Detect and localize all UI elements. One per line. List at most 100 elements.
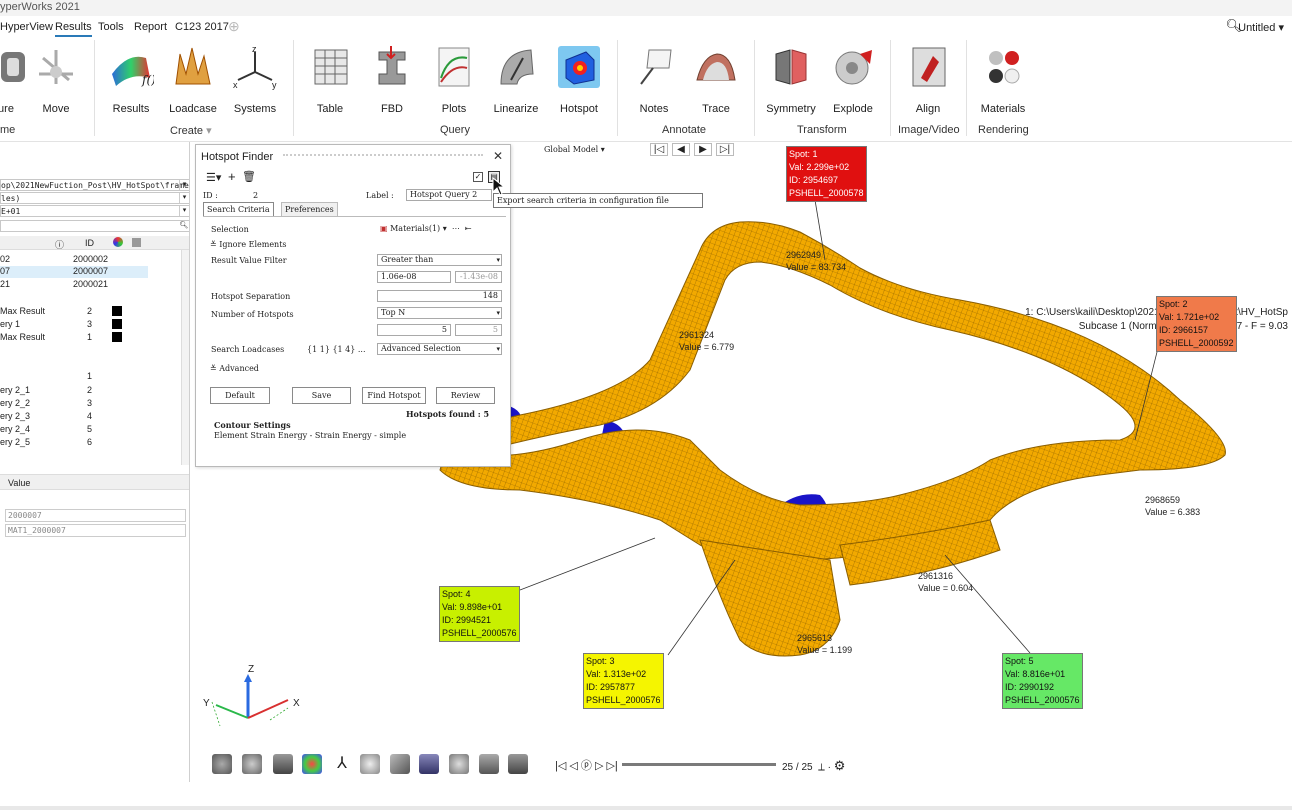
model-selector[interactable]: Global Model ▾ (544, 145, 605, 154)
hotspot-count-input[interactable]: 5 (377, 324, 451, 336)
advanced-toggle[interactable]: ≚ Advanced (210, 364, 259, 373)
spot-label-1[interactable]: Spot: 1 Val: 2.299e+02 ID: 2954697 PSHELL_2… (786, 146, 867, 202)
list-item[interactable]: ery 13 (0, 319, 150, 329)
prev-frame-icon[interactable]: ◀ (672, 143, 690, 156)
first-frame-icon[interactable]: |◁ (650, 143, 668, 156)
add-tab-icon[interactable]: ⊕ (228, 18, 240, 35)
table-button[interactable]: Table (300, 44, 360, 115)
systems-button[interactable]: zxy Systems (225, 44, 285, 115)
spot-label-4[interactable]: Spot: 4 Val: 9.898e+01 ID: 2994521 PSHELL_2… (439, 586, 520, 642)
fbd-button[interactable]: FBD (362, 44, 422, 115)
spot-label-2[interactable]: Spot: 2 Val: 1.721e+02 ID: 2966157 PSHELL_2… (1156, 296, 1237, 352)
drag-handle[interactable] (283, 154, 483, 158)
list-item[interactable]: ery 2_4 5 (0, 424, 150, 434)
last-frame-icon[interactable]: ▷| (716, 143, 734, 156)
tab-search-criteria[interactable]: Search Criteria (203, 202, 274, 216)
list-item[interactable]: ery 2_2 3 (0, 398, 150, 408)
menu-hyperview[interactable]: HyperView (0, 21, 53, 33)
list-item[interactable]: 21 2000021 (0, 279, 108, 289)
hotspot-count-select[interactable]: Top N ▾ (377, 307, 502, 319)
tool-icon[interactable] (479, 754, 499, 774)
loadcase-button[interactable]: Loadcase (163, 44, 223, 115)
value-field[interactable]: E+01 ▾ (0, 205, 189, 217)
mesh-icon[interactable] (419, 754, 439, 774)
file-path-field[interactable]: op\2021NewFuction_Post\HV_HotSpot\frame ▾ (0, 179, 189, 191)
explode-button[interactable]: Explode (823, 44, 883, 115)
group-label-query: Query (440, 124, 470, 136)
section-icon[interactable] (390, 754, 410, 774)
shading-icon[interactable] (449, 754, 469, 774)
symmetry-button[interactable]: Symmetry (761, 44, 821, 115)
results-button[interactable]: f() Results (101, 44, 161, 115)
add-icon[interactable]: + (228, 169, 236, 184)
hotspot-button[interactable]: Hotspot (549, 44, 609, 115)
info-icon[interactable]: ⓘ (55, 238, 64, 251)
value-field-material[interactable]: MAT1_2000007 (5, 524, 186, 537)
list-item[interactable]: Max Result 1 (0, 332, 150, 342)
color-swatch[interactable] (112, 319, 122, 329)
cube-icon[interactable] (273, 754, 293, 774)
group-label-create[interactable]: Create ▾ (170, 124, 212, 137)
ignore-elements-toggle[interactable]: ≚ Ignore Elements (210, 240, 287, 249)
selection-selector[interactable]: ▣ Materials(1) ▾ ⋯ ⇤ (380, 224, 472, 233)
hotspot-count-input-2[interactable]: 5 (455, 324, 502, 336)
label-input[interactable]: Hotspot Query 2 (406, 189, 492, 201)
list-item[interactable]: ery 2_1 2 (0, 385, 150, 395)
delete-icon[interactable]: 🗑︎ (242, 170, 256, 183)
axes-icon[interactable]: ⅄ (332, 754, 352, 774)
spot-label-3[interactable]: Spot: 3 Val: 1.313e+02 ID: 2957877 PSHELL_2… (583, 653, 664, 709)
playback-controls[interactable]: |◁ ◁ ⓟ ▷ ▷| (555, 757, 618, 773)
settings-icon[interactable]: ⚙ (834, 758, 846, 773)
filter-min-input[interactable]: 1.06e-08 (377, 271, 451, 283)
list-item[interactable]: ery 2_3 4 (0, 411, 150, 421)
save-button[interactable]: Save (292, 387, 351, 404)
color-palette-icon[interactable] (302, 754, 322, 774)
list-menu-icon[interactable]: ☰▾ (206, 171, 221, 184)
browser-search-input[interactable]: 🔍︎ (0, 220, 189, 232)
filter-field[interactable]: les) ▾ (0, 192, 189, 204)
camera-icon[interactable] (242, 754, 262, 774)
linearize-button[interactable]: Linearize (486, 44, 546, 115)
filter-select[interactable]: Greater than ▾ (377, 254, 502, 266)
default-button[interactable]: Default (210, 387, 270, 404)
loadcases-select[interactable]: Advanced Selection ▾ (377, 343, 502, 355)
color-swatch[interactable] (112, 306, 122, 316)
menu-c123[interactable]: C123 2017 (175, 21, 229, 33)
list-item[interactable]: Max Result 2 (0, 306, 150, 316)
tab-preferences[interactable]: Preferences (281, 202, 338, 216)
browser-panel: op\2021NewFuction_Post\HV_HotSpot\frame ▾… (0, 142, 190, 782)
filter-max-input[interactable]: -1.43e-08 (455, 271, 502, 283)
browser-header: ID ⓘ (0, 236, 189, 251)
review-button[interactable]: Review (436, 387, 495, 404)
group-label-annotate: Annotate (662, 124, 707, 136)
value-field-id[interactable]: 2000007 (5, 509, 186, 522)
import-icon[interactable]: ✓ (473, 172, 483, 182)
document-title[interactable]: Untitled ▾ (1238, 21, 1284, 34)
menu-report[interactable]: Report (134, 21, 167, 33)
list-item[interactable]: 07 2000007 (0, 266, 148, 278)
scrollbar[interactable] (181, 250, 189, 465)
find-hotspot-button[interactable]: Find Hotspot (362, 387, 426, 404)
notes-button[interactable]: Notes (624, 44, 684, 115)
color-swatch[interactable] (112, 332, 122, 342)
loadcases-value[interactable]: {1 1} {1 4} ... (307, 345, 366, 354)
spot-label-5[interactable]: Spot: 5 Val: 8.816e+01 ID: 2990192 PSHELL_2… (1002, 653, 1083, 709)
color-icon[interactable] (113, 237, 123, 247)
materials-button[interactable]: Materials (973, 44, 1033, 115)
list-item[interactable]: ery 2_5 6 (0, 437, 150, 447)
move-button[interactable]: Move (26, 44, 86, 115)
separation-input[interactable]: 148 (377, 290, 502, 302)
rotate-icon[interactable] (212, 754, 232, 774)
plots-button[interactable]: Plots (424, 44, 484, 115)
next-frame-icon[interactable]: ▶ (694, 143, 712, 156)
menu-results[interactable]: Results (55, 21, 92, 37)
zoom-icon[interactable] (360, 754, 380, 774)
export-view-icon[interactable] (508, 754, 528, 774)
animation-slider[interactable] (622, 763, 776, 766)
list-item[interactable]: 02 2000002 (0, 254, 108, 264)
align-button[interactable]: Align (898, 44, 958, 115)
display-icon[interactable] (132, 238, 141, 247)
close-icon[interactable]: ✕ (493, 149, 503, 163)
trace-button[interactable]: Trace (686, 44, 746, 115)
menu-tools[interactable]: Tools (98, 21, 124, 33)
